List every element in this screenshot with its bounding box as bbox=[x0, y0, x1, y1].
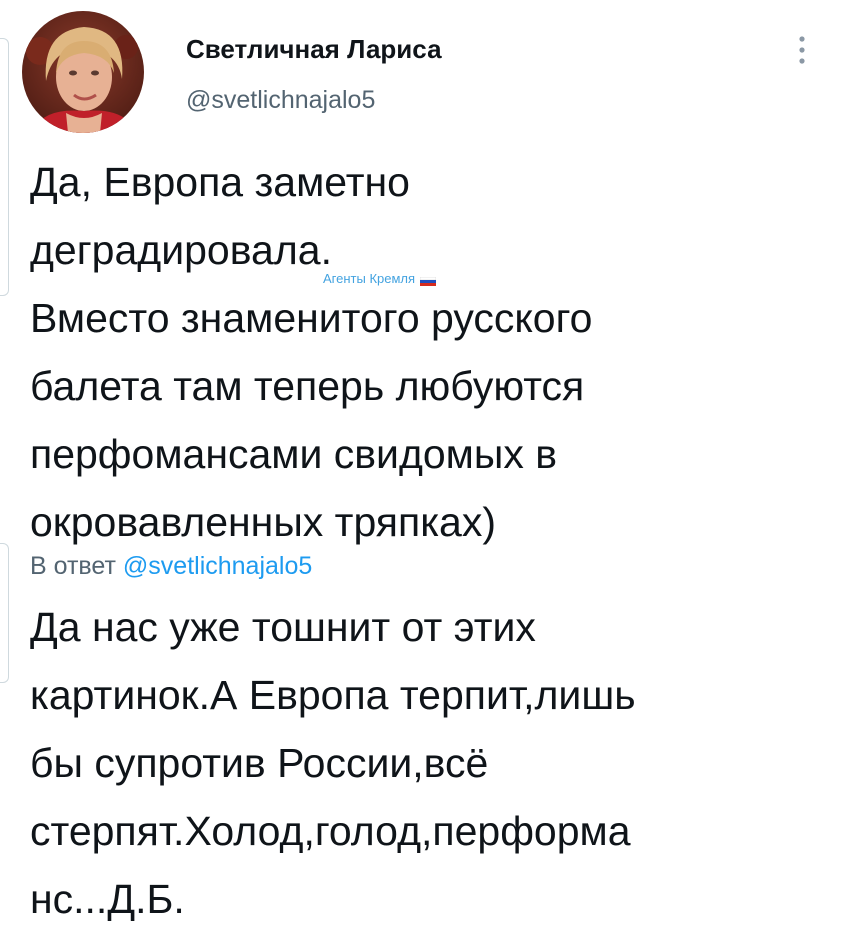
user-avatar-photo bbox=[22, 11, 144, 133]
thread-connector-line bbox=[0, 543, 9, 683]
russian-flag-icon bbox=[419, 274, 437, 286]
author-handle[interactable]: @svetlichnajalo5 bbox=[186, 86, 375, 115]
author-display-name[interactable]: Светличная Лариса bbox=[186, 34, 442, 65]
more-vertical-icon[interactable] bbox=[790, 32, 814, 68]
watermark-text: Агенты Кремля bbox=[323, 271, 416, 286]
watermark: Агенты Кремля bbox=[323, 271, 437, 286]
reply-prefix: В ответ bbox=[30, 552, 116, 580]
reply-text: Да нас уже тошнит от этих картинок.А Евр… bbox=[30, 604, 636, 922]
reply-context: В ответ @svetlichnajalo5 bbox=[30, 552, 312, 581]
avatar[interactable] bbox=[22, 11, 144, 133]
thread-connector-line bbox=[0, 38, 9, 296]
tweet-text: Да, Европа заметно деградировала. Вместо… bbox=[30, 159, 593, 545]
reply-mention-link[interactable]: @svetlichnajalo5 bbox=[123, 552, 312, 580]
